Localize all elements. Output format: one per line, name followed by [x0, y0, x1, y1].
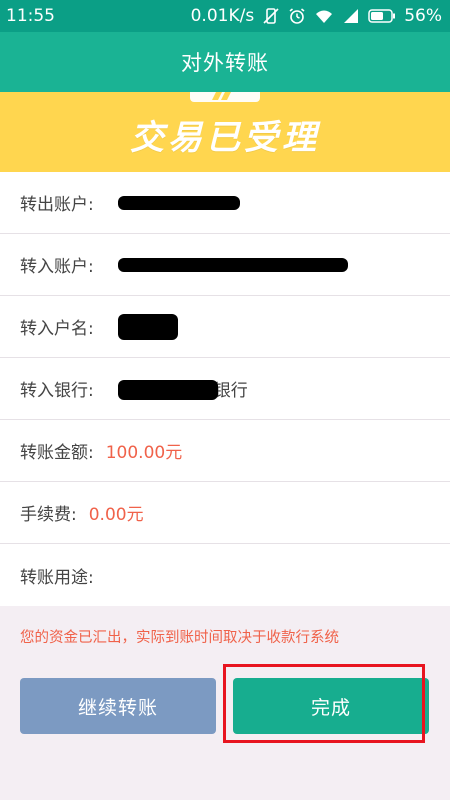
to-bank-value: 银行 [213, 381, 248, 401]
continue-transfer-button[interactable]: 继续转账 [20, 678, 216, 734]
alarm-icon [288, 7, 306, 25]
transfer-details: 转出账户: 转入账户: 转入户名: 转入银行: 银行 转账金额: 100.00元… [0, 172, 450, 606]
fee-label: 手续费: [20, 505, 77, 525]
amount-value: 100.00元 [105, 443, 183, 463]
vibrate-off-icon [262, 7, 280, 25]
banner-slash-icon [212, 92, 231, 100]
amount-label: 转账金额: [20, 443, 94, 463]
to-name-label: 转入户名: [20, 319, 94, 339]
success-banner: 交易已受理 [0, 92, 450, 172]
from-account-row: 转出账户: [0, 172, 450, 234]
status-bar: 11:55 0.01K/s 56% [0, 0, 450, 32]
from-account-label: 转出账户: [20, 195, 94, 215]
action-buttons: 继续转账 完成 [0, 664, 450, 746]
battery-level: 56% [404, 6, 442, 26]
fee-value: 0.00元 [88, 505, 144, 525]
to-account-row: 转入账户: [0, 234, 450, 296]
battery-icon [368, 9, 396, 23]
page-title-bar: 对外转账 [0, 32, 450, 92]
to-account-label: 转入账户: [20, 257, 94, 277]
redacted-to-account [118, 258, 348, 272]
transfer-notice: 您的资金已汇出，实际到账时间取决于收款行系统 [20, 629, 339, 646]
redacted-to-name [118, 314, 178, 340]
status-icons: 0.01K/s 56% [191, 6, 442, 26]
status-time: 11:55 [6, 6, 55, 26]
purpose-row: 转账用途: [0, 544, 450, 606]
to-bank-label: 转入银行: [20, 381, 94, 401]
page-title: 对外转账 [181, 51, 269, 75]
to-bank-row: 转入银行: 银行 [0, 358, 450, 420]
signal-icon [342, 8, 360, 24]
redacted-to-bank [118, 380, 218, 400]
purpose-label: 转账用途: [20, 567, 94, 588]
done-button[interactable]: 完成 [233, 678, 429, 734]
network-speed: 0.01K/s [190, 6, 255, 26]
redacted-from-account [118, 196, 240, 210]
wifi-icon [314, 8, 334, 24]
banner-title: 交易已受理 [130, 118, 320, 158]
amount-row: 转账金额: 100.00元 [0, 420, 450, 482]
to-name-row: 转入户名: [0, 296, 450, 358]
fee-row: 手续费: 0.00元 [0, 482, 450, 544]
